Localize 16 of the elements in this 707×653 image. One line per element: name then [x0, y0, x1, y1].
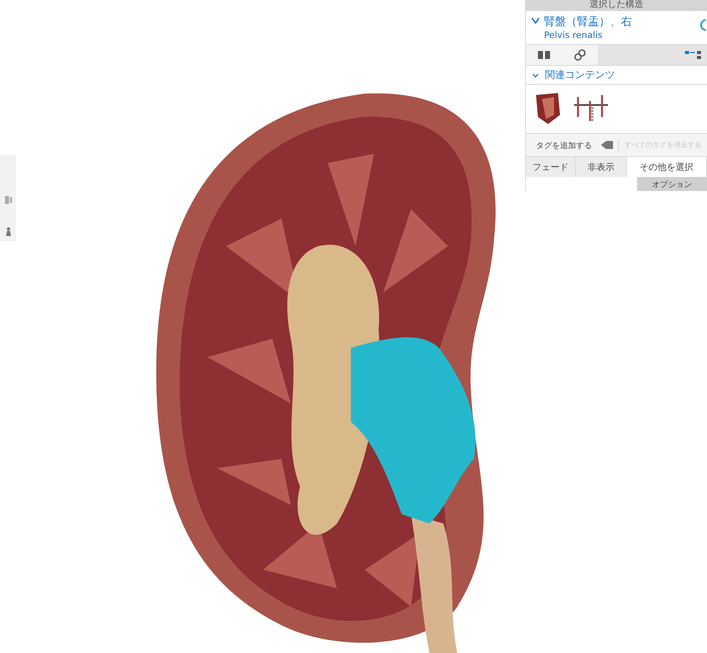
tag-icon[interactable]	[600, 140, 614, 150]
latin-name: Pelvis renalis	[544, 31, 604, 41]
kidney-thumbnail[interactable]	[534, 91, 562, 125]
link-icon	[574, 49, 586, 61]
options-tab[interactable]: オプション	[637, 177, 707, 191]
action-button[interactable]: 非表示	[576, 157, 627, 177]
chevron-icon[interactable]	[532, 72, 539, 78]
chevron-icon[interactable]	[531, 17, 540, 24]
add-tag-button[interactable]: タグを追加する	[526, 140, 596, 150]
structure-name: 腎盤（腎盂）、右	[544, 14, 633, 29]
rotate-icon[interactable]	[697, 18, 707, 32]
action-button[interactable]: フェード	[526, 157, 576, 177]
person-icon[interactable]	[4, 227, 12, 237]
book-icon	[537, 50, 551, 60]
section-title: 関連コンテンツ	[545, 68, 615, 82]
layout-icon	[685, 50, 703, 60]
